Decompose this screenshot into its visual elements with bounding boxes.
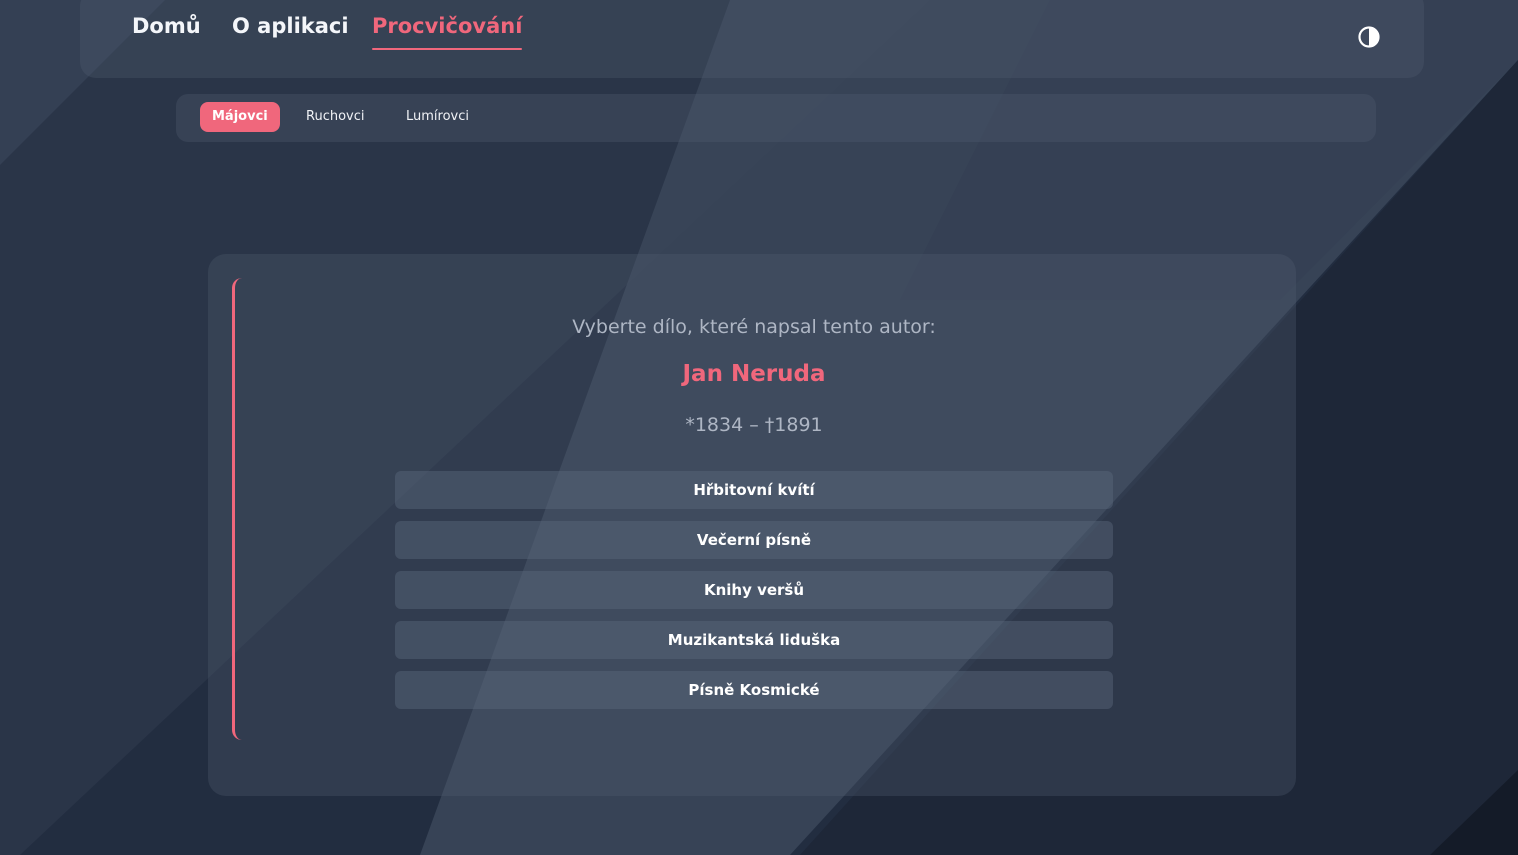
quiz-prompt: Vyberte dílo, které napsal tento autor: xyxy=(572,316,936,338)
nav-link-practice[interactable]: Procvičování xyxy=(372,14,523,50)
answer-option[interactable]: Hřbitovní kvítí xyxy=(395,471,1113,509)
contrast-icon[interactable] xyxy=(1358,26,1380,48)
quiz-card: Vyberte dílo, které napsal tento autor: … xyxy=(208,254,1296,796)
answer-option[interactable]: Knihy veršů xyxy=(395,571,1113,609)
nav-link-about[interactable]: O aplikaci xyxy=(232,14,349,38)
card-accent-bar xyxy=(232,278,245,740)
answer-options: Hřbitovní kvítí Večerní písně Knihy verš… xyxy=(395,471,1113,721)
nav-link-home[interactable]: Domů xyxy=(132,14,201,38)
author-dates: *1834 – †1891 xyxy=(685,414,823,436)
tab-majovci[interactable]: Májovci xyxy=(200,102,280,132)
group-tabs: Májovci Ruchovci Lumírovci xyxy=(176,94,1376,142)
tab-ruchovci[interactable]: Ruchovci xyxy=(294,102,376,132)
tab-lumirovci[interactable]: Lumírovci xyxy=(394,102,481,132)
answer-option[interactable]: Muzikantská liduška xyxy=(395,621,1113,659)
top-navigation: Domů O aplikaci Procvičování xyxy=(80,0,1424,78)
author-name: Jan Neruda xyxy=(682,361,826,387)
answer-option[interactable]: Večerní písně xyxy=(395,521,1113,559)
answer-option[interactable]: Písně Kosmické xyxy=(395,671,1113,709)
